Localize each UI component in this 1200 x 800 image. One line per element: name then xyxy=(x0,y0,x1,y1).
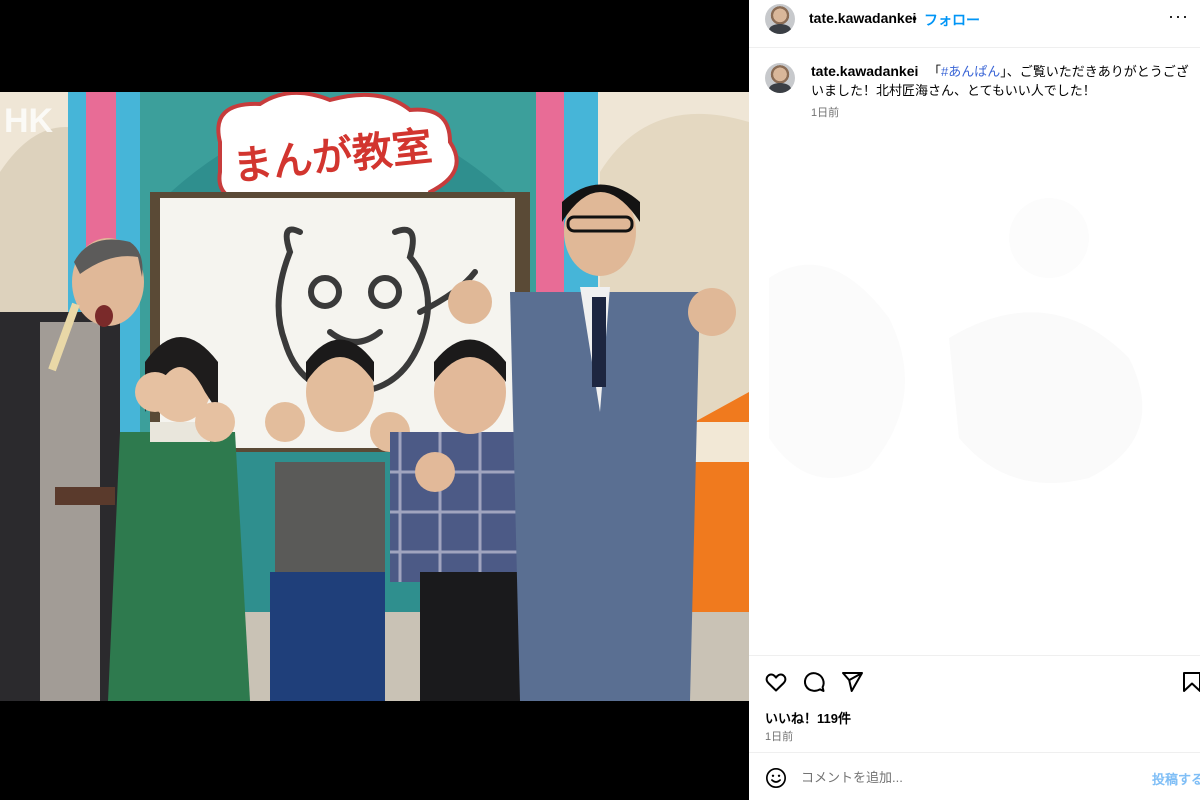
post-timestamp: 1日前 xyxy=(765,731,794,743)
studio-photo-illustration: HK まんが教室 xyxy=(0,92,749,701)
author-avatar[interactable] xyxy=(765,4,795,34)
faded-background-artwork xyxy=(769,198,1143,483)
post-photo[interactable]: HK まんが教室 xyxy=(0,92,749,701)
caption-avatar[interactable] xyxy=(765,63,795,93)
caption-quote-open: 「 xyxy=(928,64,942,79)
watermark: HK xyxy=(4,102,54,140)
post-caption: tate.kawadankei 「#あんぱん」、ご覧いただきありがとうございまし… xyxy=(811,62,1191,100)
post-side-panel: tate.kawadankei • フォロー ··· tate.kawadank… xyxy=(749,0,1200,800)
add-comment-bar: 投稿する xyxy=(749,752,1200,800)
instagram-post-modal: HK まんが教室 tate.kawadankei • フォロー ··· tate… xyxy=(0,0,1200,800)
comments-area[interactable]: tate.kawadankei 「#あんぱん」、ご覧いただきありがとうございまし… xyxy=(749,48,1200,655)
comment-input[interactable] xyxy=(801,767,1141,787)
header-separator: • xyxy=(912,10,917,26)
likes-count[interactable]: いいね！119件 xyxy=(765,708,851,727)
photo-pane: HK まんが教室 xyxy=(0,0,749,800)
post-actions: いいね！119件 1日前 xyxy=(749,655,1200,751)
bookmark-icon[interactable] xyxy=(1180,670,1200,694)
follow-button[interactable]: フォロー xyxy=(924,10,980,30)
post-header: tate.kawadankei • フォロー ··· xyxy=(749,0,1200,48)
author-username[interactable]: tate.kawadankei xyxy=(809,10,916,26)
post-comment-button[interactable]: 投稿する xyxy=(1152,769,1200,788)
share-icon[interactable] xyxy=(840,670,864,694)
heart-icon[interactable] xyxy=(764,670,788,694)
more-options-icon[interactable]: ··· xyxy=(1168,6,1189,27)
hashtag-link[interactable]: #あんぱん xyxy=(941,64,1000,79)
smiley-icon[interactable] xyxy=(765,767,787,789)
caption-username[interactable]: tate.kawadankei xyxy=(811,63,918,79)
comment-icon[interactable] xyxy=(802,670,826,694)
